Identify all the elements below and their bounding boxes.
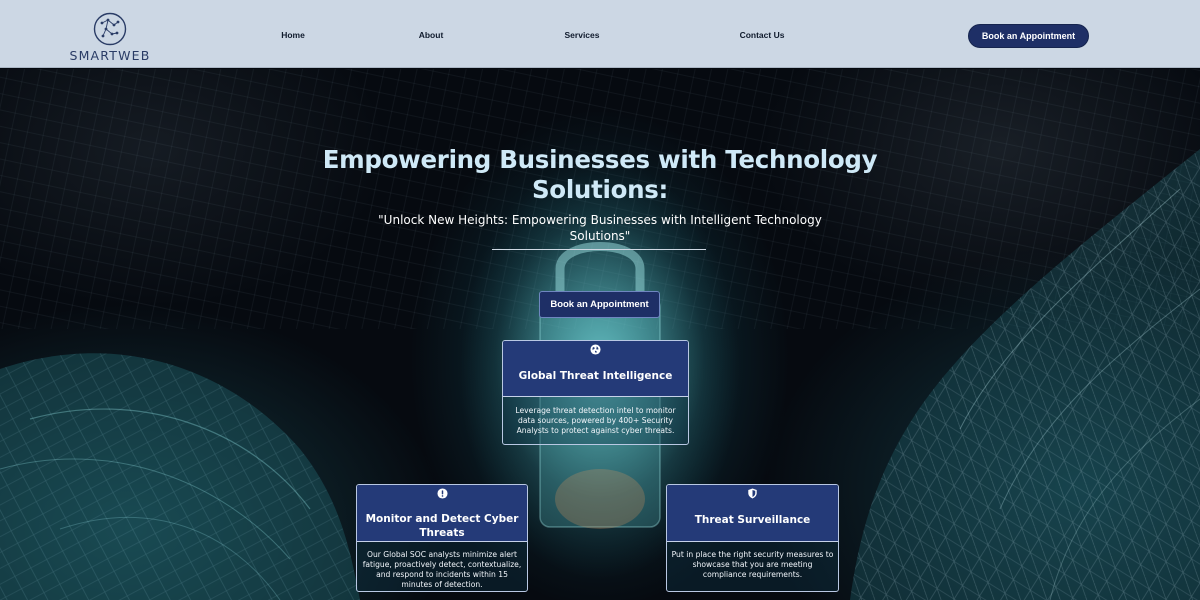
header-book-appointment-button[interactable]: Book an Appointment [968,24,1089,48]
nav-contact-us[interactable]: Contact Us [740,30,785,40]
shield-icon [748,488,757,499]
logo[interactable]: SMARTWEB [68,10,152,64]
hero-subtitle: "Unlock New Heights: Empowering Business… [378,213,822,243]
hero-divider [492,249,706,250]
site-header: SMARTWEB Home About Services Contact Us … [0,0,1200,68]
card-description: Leverage threat detection intel to monit… [515,406,676,435]
nav-services[interactable]: Services [565,30,600,40]
globe-icon [590,344,601,355]
constellation-logo-icon [93,12,127,46]
card-header: Threat Surveillance [667,485,838,542]
card-description: Our Global SOC analysts minimize alert f… [362,550,522,589]
card-header: Global Threat Intelligence [503,341,688,397]
hero-title: Empowering Businesses with Technology So… [322,145,878,204]
card-header: Monitor and Detect Cyber Threats [357,485,527,542]
alert-icon [436,488,448,499]
hero-section: Empowering Businesses with Technology So… [0,69,1200,600]
service-card-global-threat-intelligence[interactable]: Global Threat Intelligence Leverage thre… [502,340,689,445]
service-card-threat-surveillance[interactable]: Threat Surveillance Put in place the rig… [666,484,839,592]
hero-book-appointment-button[interactable]: Book an Appointment [539,291,660,318]
nav-about[interactable]: About [419,30,444,40]
service-card-monitor-detect[interactable]: Monitor and Detect Cyber Threats Our Glo… [356,484,528,592]
card-title: Threat Surveillance [694,514,811,526]
card-description: Put in place the right security measures… [671,550,834,579]
card-title: Monitor and Detect Cyber Threats [365,513,519,539]
card-title: Global Threat Intelligence [518,370,673,382]
nav-home[interactable]: Home [281,30,305,40]
logo-text: SMARTWEB [69,48,151,63]
